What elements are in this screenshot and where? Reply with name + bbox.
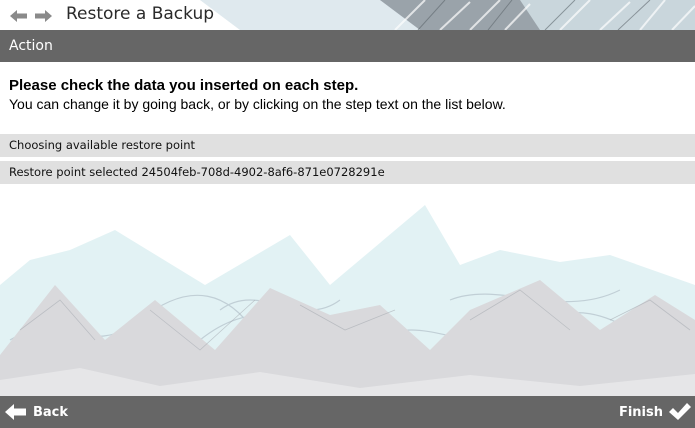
step-item-restore-point-selected[interactable]: Restore point selected 24504feb-708d-490… [0, 161, 695, 184]
instructions: Please check the data you inserted on ea… [9, 77, 689, 113]
back-button-label: Back [33, 404, 69, 420]
step-list: Choosing available restore point Restore… [0, 134, 695, 188]
step-item-choosing-restore-point[interactable]: Choosing available restore point [0, 134, 695, 157]
instructions-body: You can change it by going back, or by c… [9, 96, 506, 112]
window-title: Restore a Backup [66, 4, 215, 24]
back-button[interactable]: Back [5, 396, 68, 428]
section-header: Action [0, 30, 695, 62]
mountain-background [0, 205, 695, 396]
arrow-left-icon [5, 404, 26, 420]
instructions-headline: Please check the data you inserted on ea… [9, 77, 359, 94]
arrow-right-icon[interactable] [34, 9, 52, 23]
finish-button[interactable]: Finish [619, 396, 691, 428]
finish-button-label: Finish [618, 404, 663, 420]
footer-bar: Back Finish [0, 396, 695, 428]
title-bar: Restore a Backup [0, 0, 695, 30]
checkmark-icon [669, 403, 691, 420]
arrow-left-icon[interactable] [10, 9, 28, 23]
